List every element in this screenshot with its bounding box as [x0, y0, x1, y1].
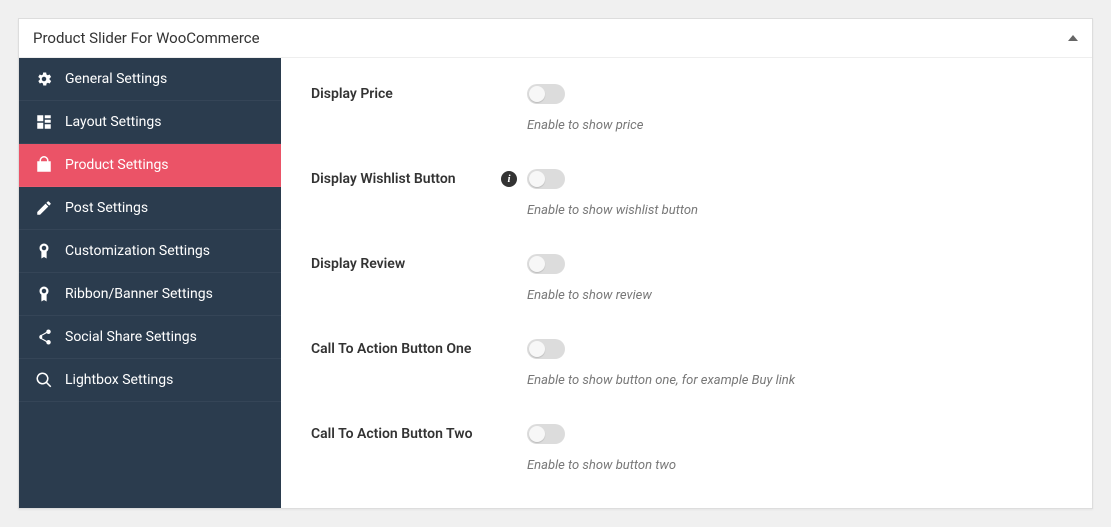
field-description: Enable to show review: [527, 288, 1062, 303]
field-control: Enable to show review: [527, 254, 1062, 303]
sidebar-item-label: Ribbon/Banner Settings: [65, 286, 213, 302]
sidebar-item-post-settings[interactable]: Post Settings: [19, 187, 281, 230]
field-control: Enable to show wishlist button: [527, 169, 1062, 218]
field-label: Call To Action Button One: [311, 339, 527, 357]
award-icon: [35, 285, 53, 303]
panel-body: General Settings Layout Settings Product…: [19, 58, 1092, 508]
sidebar-item-product-settings[interactable]: Product Settings: [19, 144, 281, 187]
share-icon: [35, 328, 53, 346]
field-cta-button-one: Call To Action Button One Enable to show…: [311, 339, 1062, 388]
field-display-review: Display Review Enable to show review: [311, 254, 1062, 303]
field-description: Enable to show price: [527, 118, 1062, 133]
field-display-wishlist-button: Display Wishlist Button i Enable to show…: [311, 169, 1062, 218]
edit-post-icon: [35, 199, 53, 217]
toggle-knob: [529, 256, 545, 272]
sidebar-item-lightbox-settings[interactable]: Lightbox Settings: [19, 359, 281, 402]
field-label: Display Price: [311, 84, 527, 102]
sidebar-item-customization-settings[interactable]: Customization Settings: [19, 230, 281, 273]
field-cta-button-two: Call To Action Button Two Enable to show…: [311, 424, 1062, 473]
panel-title: Product Slider For WooCommerce: [33, 29, 260, 47]
sidebar-item-ribbon-banner-settings[interactable]: Ribbon/Banner Settings: [19, 273, 281, 316]
field-control: Enable to show price: [527, 84, 1062, 133]
field-label: Display Wishlist Button i: [311, 169, 527, 187]
sidebar-item-label: Social Share Settings: [65, 329, 197, 345]
field-control: Enable to show button two: [527, 424, 1062, 473]
toggle-display-review[interactable]: [527, 254, 565, 274]
field-description: Enable to show wishlist button: [527, 203, 1062, 218]
sidebar-item-layout-settings[interactable]: Layout Settings: [19, 101, 281, 144]
toggle-display-price[interactable]: [527, 84, 565, 104]
toggle-display-wishlist-button[interactable]: [527, 169, 565, 189]
shopping-bag-icon: [35, 156, 53, 174]
settings-panel: Product Slider For WooCommerce General S…: [18, 18, 1093, 509]
toggle-knob: [529, 86, 545, 102]
toggle-knob: [529, 426, 545, 442]
settings-content: Display Price Enable to show price Displ…: [281, 58, 1092, 508]
field-description: Enable to show button two: [527, 458, 1062, 473]
sidebar-item-label: Product Settings: [65, 157, 169, 173]
sidebar-item-label: Lightbox Settings: [65, 372, 173, 388]
toggle-knob: [529, 171, 545, 187]
sidebar-item-label: Layout Settings: [65, 114, 161, 130]
field-display-price: Display Price Enable to show price: [311, 84, 1062, 133]
toggle-knob: [529, 341, 545, 357]
info-icon[interactable]: i: [501, 171, 517, 187]
sidebar-item-general-settings[interactable]: General Settings: [19, 58, 281, 101]
field-label: Call To Action Button Two: [311, 424, 527, 442]
field-label-text: Call To Action Button Two: [311, 426, 473, 442]
collapse-caret-icon[interactable]: [1068, 35, 1078, 41]
field-label-text: Call To Action Button One: [311, 341, 471, 357]
toggle-cta-button-two[interactable]: [527, 424, 565, 444]
sidebar-item-label: General Settings: [65, 71, 167, 87]
ribbon-badge-icon: [35, 242, 53, 260]
field-label-text: Display Wishlist Button: [311, 171, 456, 187]
field-description: Enable to show button one, for example B…: [527, 373, 1062, 388]
sidebar-item-label: Post Settings: [65, 200, 148, 216]
field-label-text: Display Price: [311, 86, 393, 102]
sidebar-item-social-share-settings[interactable]: Social Share Settings: [19, 316, 281, 359]
search-icon: [35, 371, 53, 389]
panel-header[interactable]: Product Slider For WooCommerce: [19, 19, 1092, 58]
settings-sidebar: General Settings Layout Settings Product…: [19, 58, 281, 508]
field-label: Display Review: [311, 254, 527, 272]
field-label-text: Display Review: [311, 256, 405, 272]
sidebar-item-label: Customization Settings: [65, 243, 210, 259]
field-control: Enable to show button one, for example B…: [527, 339, 1062, 388]
gear-icon: [35, 70, 53, 88]
toggle-cta-button-one[interactable]: [527, 339, 565, 359]
layout-grid-icon: [35, 113, 53, 131]
